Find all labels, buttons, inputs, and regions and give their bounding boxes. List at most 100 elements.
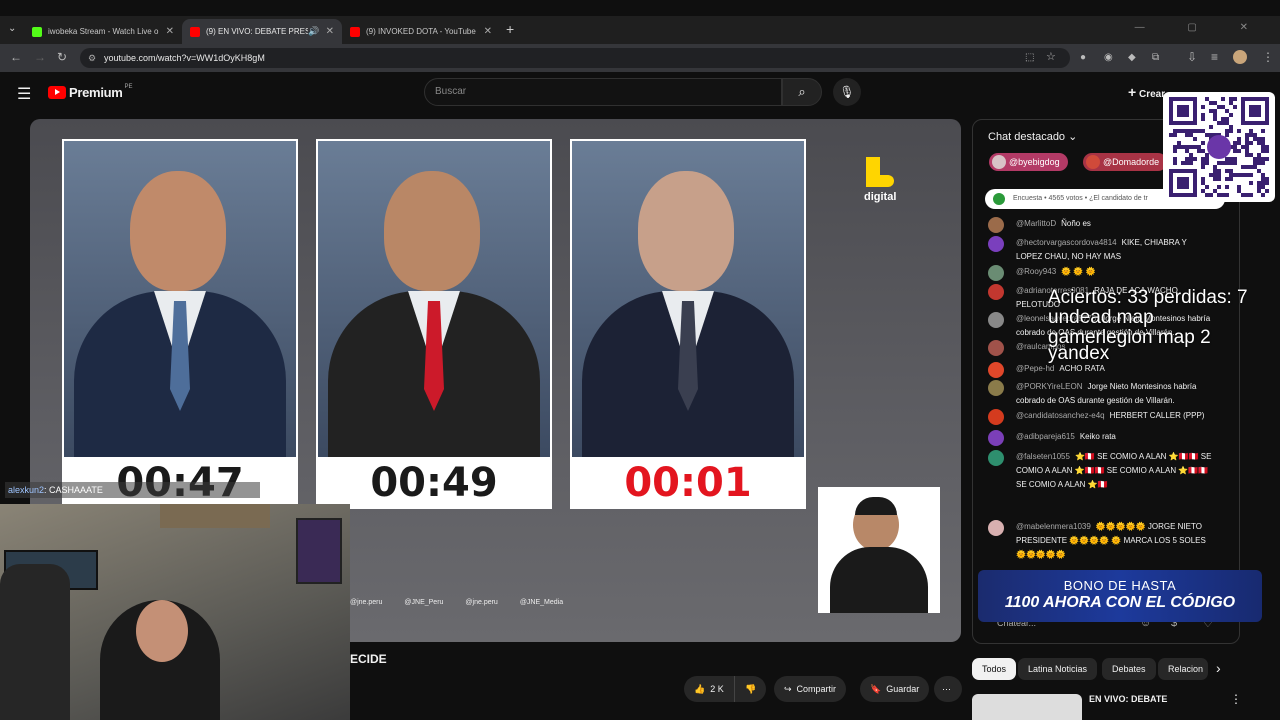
streamer-head: [136, 600, 188, 662]
tab-debate[interactable]: (9) EN VIVO: DEBATE PRESI 🔊 ✕: [182, 19, 342, 44]
chat-author[interactable]: @Rooy943: [1016, 267, 1056, 276]
avatar[interactable]: [988, 340, 1004, 356]
chevron-right-icon[interactable]: ›: [1216, 660, 1221, 676]
candidate-panel-1: 00:47: [62, 139, 298, 509]
forward-icon[interactable]: →: [34, 50, 46, 64]
chip-all[interactable]: Todos: [972, 658, 1017, 680]
download-icon[interactable]: ⇩: [1187, 50, 1197, 64]
bookmark-icon: 🔖: [870, 683, 882, 694]
avatar[interactable]: [988, 520, 1004, 536]
chat-message: @mabelenmera1039 🌞🌞🌞🌞🌞 JORGE NIETO PRESID…: [988, 520, 1213, 562]
chat-mode-selector[interactable]: Chat destacado ⌄: [988, 130, 1077, 143]
chat-author[interactable]: @MarlittoD: [1016, 219, 1056, 228]
chair: [0, 564, 70, 720]
extension-icon[interactable]: ◉: [1104, 52, 1113, 63]
window-controls: — ▢ ✕: [1134, 22, 1268, 33]
webcam-caption: alexkun2: CASHAAATE: [5, 482, 260, 498]
plus-icon: +: [1128, 84, 1137, 100]
avatar[interactable]: [988, 430, 1004, 446]
avatar[interactable]: [988, 380, 1004, 396]
back-icon[interactable]: ←: [10, 50, 22, 64]
tiktok-handle: @jne.peru: [465, 599, 498, 606]
chip-debates[interactable]: Debates: [1102, 658, 1156, 680]
media-control-icon[interactable]: ≡: [1211, 50, 1218, 64]
chat-author[interactable]: @falseten1055: [1016, 452, 1070, 461]
chat-message: @hectorvargascordova4814 KIKE, CHIABRA Y …: [988, 236, 1213, 264]
instagram-handle: @jne.peru: [350, 599, 383, 606]
chat-author[interactable]: @PORKYireLEON: [1016, 382, 1083, 391]
menu-kebab-icon[interactable]: ⋮: [1230, 692, 1242, 706]
avatar[interactable]: [988, 265, 1004, 281]
voice-search-button[interactable]: 🎙: [833, 78, 861, 106]
chat-text: Ñoño es: [1061, 219, 1091, 228]
video-title: ECIDE: [350, 652, 387, 666]
search-button[interactable]: ⌕: [782, 78, 822, 106]
more-actions-button[interactable]: ⋯: [934, 676, 962, 702]
avatar[interactable]: [988, 409, 1004, 425]
chat-author[interactable]: @hectorvargascordova4814: [1016, 238, 1117, 247]
chat-message: @candidatosanchez-e4q HERBERT CALLER (PPP…: [988, 409, 1213, 425]
search-icon: ⌕: [798, 84, 806, 99]
chat-author[interactable]: @mabelenmera1039: [1016, 522, 1091, 531]
dislike-button[interactable]: 👎: [734, 676, 767, 702]
avatar[interactable]: [988, 312, 1004, 328]
menu-kebab-icon[interactable]: ⋮: [1262, 50, 1274, 64]
chat-author[interactable]: @adibpareja615: [1016, 432, 1075, 441]
url-field[interactable]: ⚙ youtube.com/watch?v=WW1dOyKH8gM: [80, 48, 1070, 68]
avatar[interactable]: [988, 217, 1004, 233]
youtube-handle: @JNE_Media: [519, 599, 564, 606]
youtube-play-icon: [48, 86, 66, 99]
chat-message: @Rooy943 🌞 🌞 🌞: [988, 265, 1213, 281]
chat-author[interactable]: @candidatosanchez-e4q: [1016, 411, 1105, 420]
kick-icon: [32, 26, 42, 37]
pinned-user-chip[interactable]: @byebigdog: [989, 153, 1068, 171]
puzzle-icon[interactable]: ⧉: [1152, 52, 1159, 63]
qr-code: [1169, 97, 1269, 197]
chat-text: 🌞 🌞 🌞: [1061, 267, 1096, 276]
create-button[interactable]: + Crear: [1128, 84, 1165, 100]
avatar[interactable]: [988, 236, 1004, 252]
close-icon[interactable]: ✕: [484, 26, 492, 37]
recommendation-thumbnail: [972, 694, 1082, 720]
youtube-logo[interactable]: Premium PE: [48, 84, 133, 100]
tab-invoked-dota[interactable]: (9) INVOKED DOTA - YouTube ✕: [342, 19, 500, 44]
profile-avatar[interactable]: [1233, 50, 1247, 64]
candidate-photo: [572, 141, 804, 457]
chat-text: ACHO RATA: [1059, 364, 1105, 373]
streamer-webcam: [0, 504, 350, 720]
chat-text: Keiko rata: [1079, 432, 1116, 441]
tab-kick-stream[interactable]: iwobeka Stream - Watch Live o ✕: [24, 19, 182, 44]
share-button[interactable]: ↪ Compartir: [774, 676, 847, 702]
chat-message: @MarlittoD Ñoño es: [988, 217, 1213, 233]
search-input[interactable]: Buscar: [424, 78, 782, 106]
chat-author[interactable]: @Pepe-hd: [1016, 364, 1054, 373]
social-handles: @jne.peru @JNE_Peru @jne.peru @JNE_Media: [350, 599, 563, 606]
avatar: [992, 155, 1006, 169]
bookmark-star-icon[interactable]: ☆: [1046, 50, 1056, 63]
recommendation-item[interactable]: EN VIVO: DEBATE ⋮: [972, 690, 1272, 720]
close-icon[interactable]: ✕: [326, 26, 334, 37]
youtube-icon: [350, 26, 360, 37]
close-icon[interactable]: ✕: [166, 26, 174, 37]
reload-icon[interactable]: ↻: [57, 50, 67, 64]
extension-icon[interactable]: ◆: [1128, 52, 1136, 63]
save-button[interactable]: 🔖 Guardar: [860, 676, 930, 702]
install-icon[interactable]: ⬚: [1025, 52, 1034, 63]
new-tab-button[interactable]: +: [506, 21, 514, 37]
hamburger-menu-icon[interactable]: ☰: [17, 84, 31, 104]
tab-search-chevron[interactable]: ⌄: [8, 23, 16, 34]
avatar[interactable]: [988, 450, 1004, 466]
extension-icon[interactable]: ●: [1080, 52, 1086, 63]
chip-related[interactable]: Relacion: [1158, 658, 1208, 680]
site-info-icon[interactable]: ⚙: [88, 48, 96, 68]
pinned-user-chip[interactable]: @Domadorde: [1083, 153, 1168, 171]
avatar[interactable]: [988, 284, 1004, 300]
chip-latina-noticias[interactable]: Latina Noticias: [1018, 658, 1098, 680]
speaker-icon[interactable]: 🔊: [308, 26, 319, 37]
speaking-timer: 00:01: [624, 460, 752, 506]
poll-icon: [993, 193, 1005, 205]
thumbs-down-icon: 👎: [745, 683, 757, 694]
shelf: [160, 504, 270, 528]
avatar[interactable]: [988, 362, 1004, 378]
like-button[interactable]: 👍 2 K: [684, 676, 734, 702]
